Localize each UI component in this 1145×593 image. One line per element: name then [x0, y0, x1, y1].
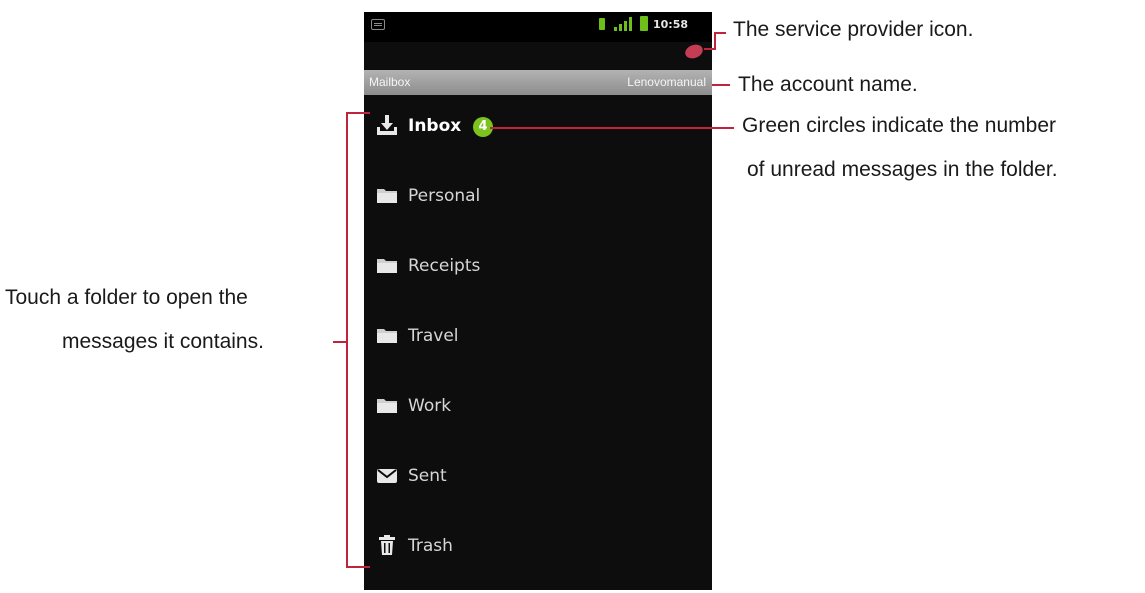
trash-icon [379, 535, 395, 555]
usb-icon [599, 18, 605, 30]
account-name: Lenovomanual [627, 75, 706, 89]
phone-screen: 10:58 Mailbox Lenovomanual Inbox 4 Perso… [364, 12, 712, 590]
mailbox-title: Mailbox [369, 75, 411, 89]
folder-icon [377, 329, 397, 343]
folder-icon [377, 189, 397, 203]
folder-label: Receipts [408, 256, 481, 276]
folder-travel[interactable]: Travel [364, 306, 712, 376]
folder-inbox[interactable]: Inbox 4 [364, 96, 712, 166]
status-time: 10:58 [653, 18, 689, 31]
callout-account-name: The account name. [738, 73, 918, 96]
callout-folders-line1: Touch a folder to open the [5, 286, 248, 309]
folder-sent[interactable]: Sent [364, 446, 712, 516]
leader-folders-vertical [346, 112, 348, 568]
leader-folders-link [333, 341, 348, 343]
folder-label: Trash [408, 536, 453, 556]
mailbox-header: Mailbox Lenovomanual [364, 70, 712, 95]
inbox-download-icon [377, 115, 397, 135]
callout-folders-line2: messages it contains. [62, 330, 264, 353]
leader-account [712, 84, 730, 86]
leader-provider-top [714, 32, 726, 34]
callout-unread-line2: of unread messages in the folder. [747, 158, 1058, 181]
folder-work[interactable]: Work [364, 376, 712, 446]
status-bar: 10:58 [364, 12, 712, 42]
folder-label: Travel [408, 326, 459, 346]
folder-trash[interactable]: Trash [364, 516, 712, 586]
service-provider-icon [683, 42, 705, 61]
battery-icon [640, 16, 648, 31]
envelope-icon [377, 469, 397, 483]
leader-provider-horizontal [714, 33, 716, 49]
leader-folders-bottom [346, 566, 370, 568]
folder-label: Personal [408, 186, 481, 206]
folder-label: Sent [408, 466, 447, 486]
folder-label: Inbox [408, 116, 462, 136]
folder-label: Work [408, 396, 452, 416]
leader-unread [490, 127, 734, 129]
leader-folders-top [346, 112, 370, 114]
leader-provider-stub [704, 48, 716, 50]
callout-unread-line1: Green circles indicate the number [742, 114, 1056, 137]
folder-receipts[interactable]: Receipts [364, 236, 712, 306]
notification-icon [371, 19, 385, 30]
signal-icon [614, 17, 632, 31]
callout-service-provider: The service provider icon. [733, 18, 974, 41]
folder-icon [377, 259, 397, 273]
folder-personal[interactable]: Personal [364, 166, 712, 236]
folder-icon [377, 399, 397, 413]
